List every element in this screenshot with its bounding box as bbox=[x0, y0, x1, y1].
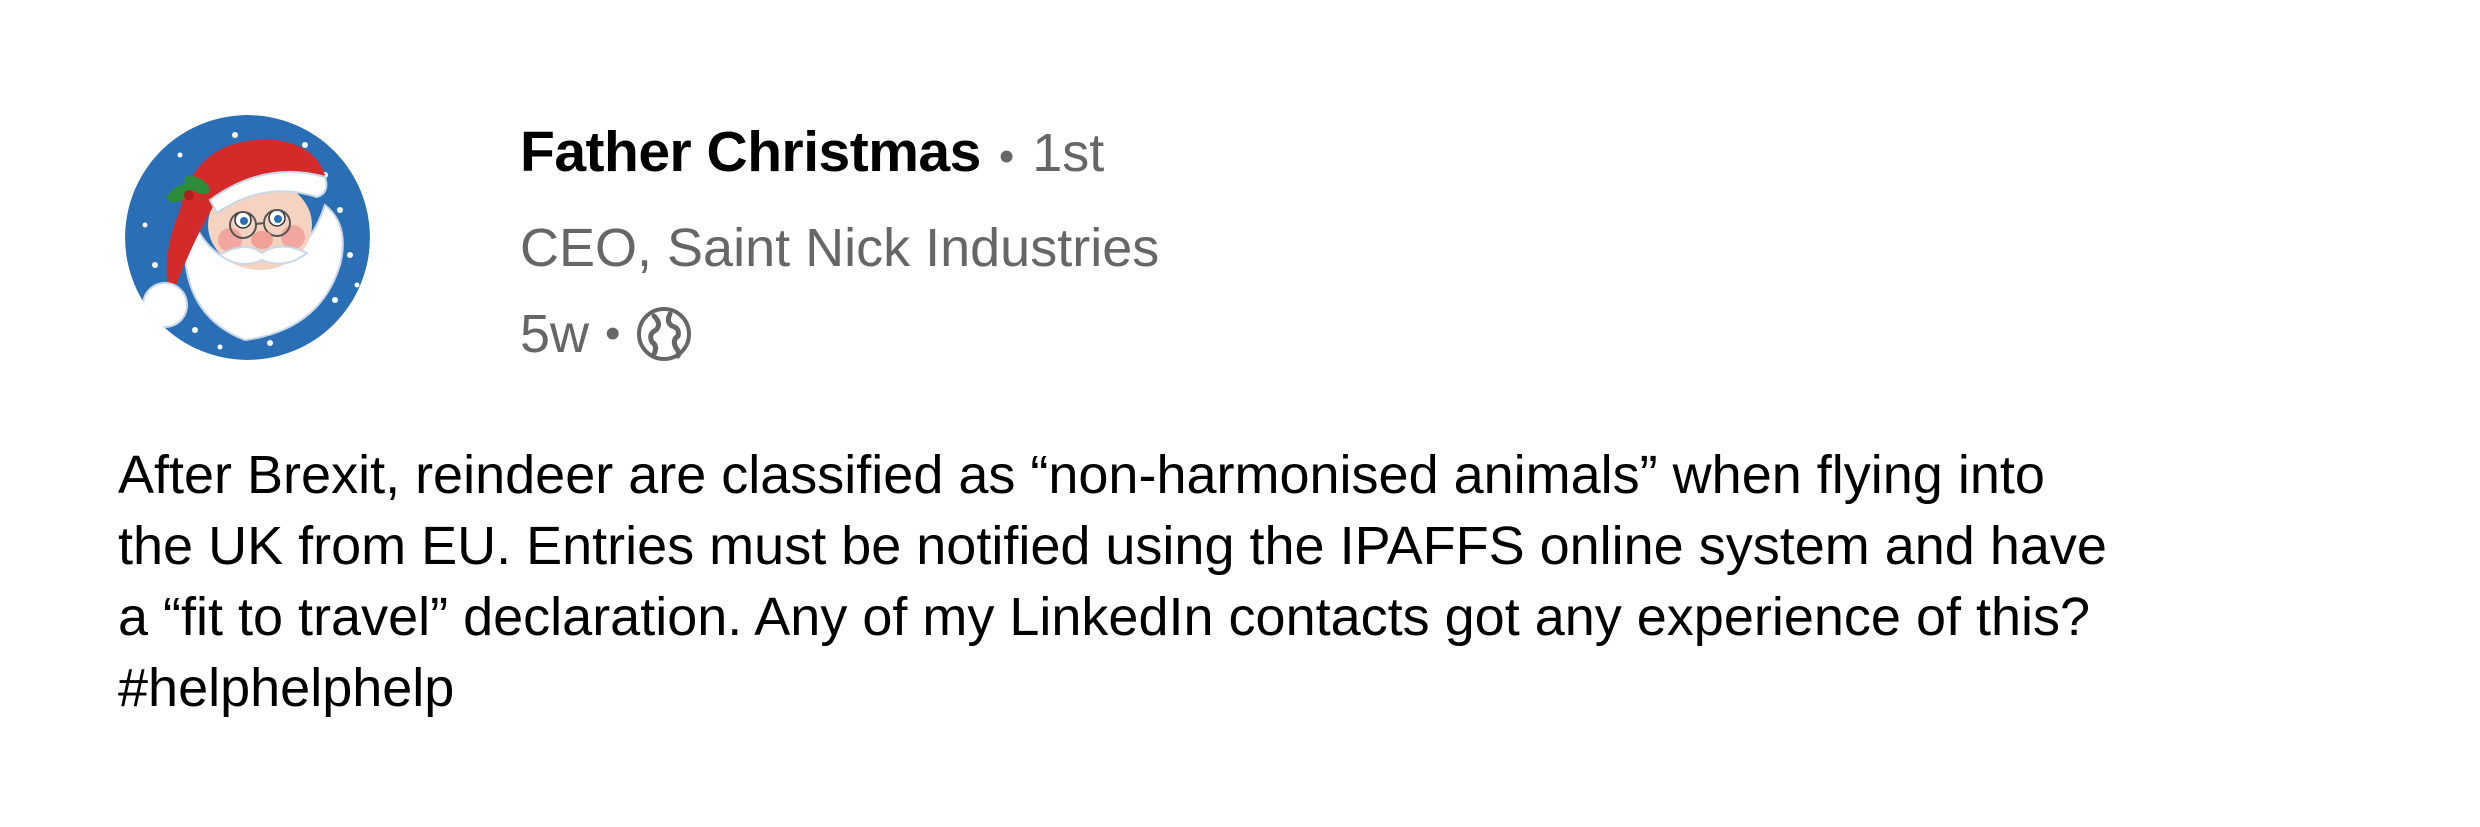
post-time: 5w bbox=[520, 304, 590, 364]
separator-dot: • bbox=[998, 132, 1015, 181]
author-headline: CEO, Saint Nick Industries bbox=[520, 218, 1160, 278]
author-name[interactable]: Father Christmas bbox=[520, 119, 981, 185]
author-name-line: Father Christmas • 1st bbox=[520, 119, 1159, 205]
connection-degree: 1st bbox=[1032, 123, 1105, 183]
linkedin-post: Father Christmas • 1st CEO, Saint Nick I… bbox=[0, 0, 2480, 827]
globe-icon bbox=[637, 307, 692, 361]
post-body-text: After Brexit, reindeer are classified as… bbox=[118, 445, 2107, 718]
separator-dot: • bbox=[605, 309, 621, 358]
santa-avatar-icon[interactable] bbox=[125, 115, 370, 360]
post-header: Father Christmas • 1st CEO, Saint Nick I… bbox=[125, 115, 1159, 377]
santa-avatar-image bbox=[125, 115, 370, 360]
post-author-meta: Father Christmas • 1st CEO, Saint Nick I… bbox=[520, 115, 1159, 377]
post-time-line: 5w • bbox=[520, 291, 1159, 377]
